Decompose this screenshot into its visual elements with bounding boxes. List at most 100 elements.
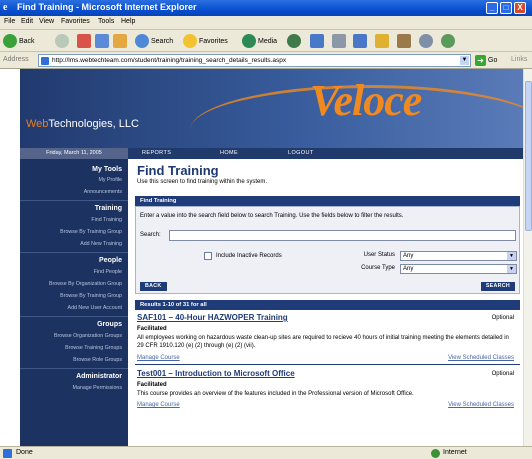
result-title-link[interactable]: Test001 – Introduction to Microsoft Offi… — [137, 369, 295, 378]
research-icon — [397, 34, 411, 48]
search-input[interactable] — [169, 230, 516, 241]
nav-home[interactable]: HOME — [220, 150, 238, 156]
history-button[interactable] — [287, 33, 303, 49]
window-title: Find Training - Microsoft Internet Explo… — [17, 2, 197, 12]
veloce-logo: Veloce — [310, 76, 422, 125]
main-content: Find Training Use this screen to find tr… — [135, 159, 520, 446]
refresh-icon — [95, 34, 109, 48]
sidebar-item-browse-training-groups[interactable]: Browse Training Groups — [65, 345, 122, 351]
sidebar-item-browse-people-training-group[interactable]: Browse By Training Group — [60, 293, 122, 299]
sidebar-item-add-new-user[interactable]: Add New User Account — [68, 305, 122, 311]
home-icon — [113, 34, 127, 48]
vertical-scrollbar[interactable] — [523, 69, 532, 446]
status-bar: Done Internet — [0, 446, 532, 459]
favorites-star-icon — [183, 34, 197, 48]
result-item: Test001 – Introduction to Microsoft Offi… — [135, 369, 520, 429]
view-scheduled-classes-link[interactable]: View Scheduled Classes — [448, 355, 514, 361]
sidebar-heading-training: Training — [94, 205, 122, 212]
messenger-icon — [419, 34, 433, 48]
go-button[interactable]: ➜ Go — [475, 55, 497, 66]
favorites-button[interactable]: Favorites — [183, 33, 228, 49]
menu-favorites[interactable]: Favorites — [61, 18, 90, 25]
search-submit-button[interactable]: SEARCH — [480, 282, 515, 291]
view-scheduled-classes-link[interactable]: View Scheduled Classes — [448, 402, 514, 408]
sidebar-item-browse-org-group[interactable]: Browse By Organization Group — [49, 281, 122, 287]
mail-button[interactable] — [310, 33, 326, 49]
course-type-label: Course Type — [361, 265, 395, 271]
search-button[interactable]: Search — [135, 33, 173, 49]
research-button[interactable] — [397, 33, 413, 49]
include-inactive-label: Include Inactive Records — [216, 253, 282, 259]
edit-icon — [353, 34, 367, 48]
course-type-value: Any — [403, 266, 414, 272]
manage-course-link[interactable]: Manage Course — [137, 355, 180, 361]
users-button[interactable] — [441, 33, 457, 49]
site-banner: WebTechnologies, LLC Veloce — [20, 69, 523, 148]
sidebar-item-my-profile[interactable]: My Profile — [98, 177, 122, 183]
sidebar-heading-my-tools: My Tools — [92, 166, 122, 173]
discuss-button[interactable] — [375, 33, 391, 49]
close-button[interactable]: X — [514, 2, 526, 14]
nav-reports[interactable]: REPORTS — [142, 150, 171, 156]
nav-logout[interactable]: LOGOUT — [288, 150, 314, 156]
result-description: All employees working on hazardous waste… — [137, 335, 509, 349]
page-done-icon — [3, 449, 12, 458]
refresh-button[interactable] — [95, 33, 111, 49]
stop-icon — [77, 34, 91, 48]
forward-arrow-icon — [55, 34, 69, 48]
sidebar-item-find-people[interactable]: Find People — [94, 269, 122, 275]
sidebar-heading-groups: Groups — [97, 321, 122, 328]
home-button[interactable] — [113, 33, 129, 49]
go-arrow-icon: ➜ — [475, 55, 486, 66]
find-training-panel-heading: Find Training — [135, 196, 520, 206]
status-text: Done — [16, 449, 33, 456]
address-bar: Address http://lms.webtechteam.com/stude… — [0, 52, 532, 69]
sidebar-divider — [20, 368, 128, 369]
sidebar-item-browse-org-groups[interactable]: Browse Organization Groups — [54, 333, 122, 339]
scrollbar-thumb[interactable] — [525, 81, 532, 231]
sidebar-item-announcements[interactable]: Announcements — [84, 189, 122, 195]
address-input[interactable]: http://lms.webtechteam.com/student/train… — [38, 54, 471, 67]
company-name: WebTechnologies, LLC — [26, 118, 139, 130]
menu-edit[interactable]: Edit — [21, 18, 33, 25]
sidebar-heading-administrator: Administrator — [76, 373, 122, 380]
menu-tools[interactable]: Tools — [98, 18, 114, 25]
course-type-select[interactable]: Any ▼ — [400, 264, 517, 274]
back-button-page[interactable]: BACK — [140, 282, 167, 291]
media-icon — [242, 34, 256, 48]
window-titlebar: e Find Training - Microsoft Internet Exp… — [0, 0, 532, 16]
result-optional-label: Optional — [491, 315, 514, 321]
print-button[interactable] — [332, 33, 348, 49]
include-inactive-checkbox[interactable] — [204, 252, 212, 260]
result-optional-label: Optional — [491, 371, 514, 377]
sidebar-item-manage-permissions[interactable]: Manage Permissions — [73, 385, 122, 391]
links-button[interactable]: Links — [511, 56, 527, 63]
sidebar-divider — [20, 316, 128, 317]
sidebar-item-find-training[interactable]: Find Training — [91, 217, 122, 223]
sidebar-item-browse-training-group[interactable]: Browse By Training Group — [60, 229, 122, 235]
manage-course-link[interactable]: Manage Course — [137, 402, 180, 408]
forward-button[interactable] — [55, 33, 71, 49]
maximize-button[interactable]: □ — [500, 2, 512, 14]
address-dropdown-icon[interactable]: ▼ — [460, 56, 469, 65]
history-icon — [287, 34, 301, 48]
mail-icon — [310, 34, 324, 48]
media-button[interactable]: Media — [242, 33, 277, 49]
minimize-button[interactable]: _ — [486, 2, 498, 14]
result-type: Facilitated — [137, 382, 167, 388]
back-button[interactable]: Back — [3, 33, 35, 49]
menu-help[interactable]: Help — [121, 18, 135, 25]
sidebar-item-add-new-training[interactable]: Add New Training — [80, 241, 122, 247]
sidebar-divider — [20, 252, 128, 253]
user-status-select[interactable]: Any ▼ — [400, 251, 517, 261]
menu-file[interactable]: File — [4, 18, 15, 25]
result-title-link[interactable]: SAF101 – 40-Hour HAZWOPER Training — [137, 313, 288, 322]
sidebar-item-browse-role-groups[interactable]: Browse Role Groups — [73, 357, 122, 363]
site-frame: WebTechnologies, LLC Veloce Friday, Marc… — [20, 69, 523, 446]
edit-button[interactable] — [353, 33, 369, 49]
messenger-button[interactable] — [419, 33, 435, 49]
security-zone: Internet — [443, 449, 467, 456]
menu-view[interactable]: View — [39, 18, 54, 25]
stop-button[interactable] — [77, 33, 93, 49]
search-hint: Enter a value into the search field belo… — [140, 213, 404, 219]
